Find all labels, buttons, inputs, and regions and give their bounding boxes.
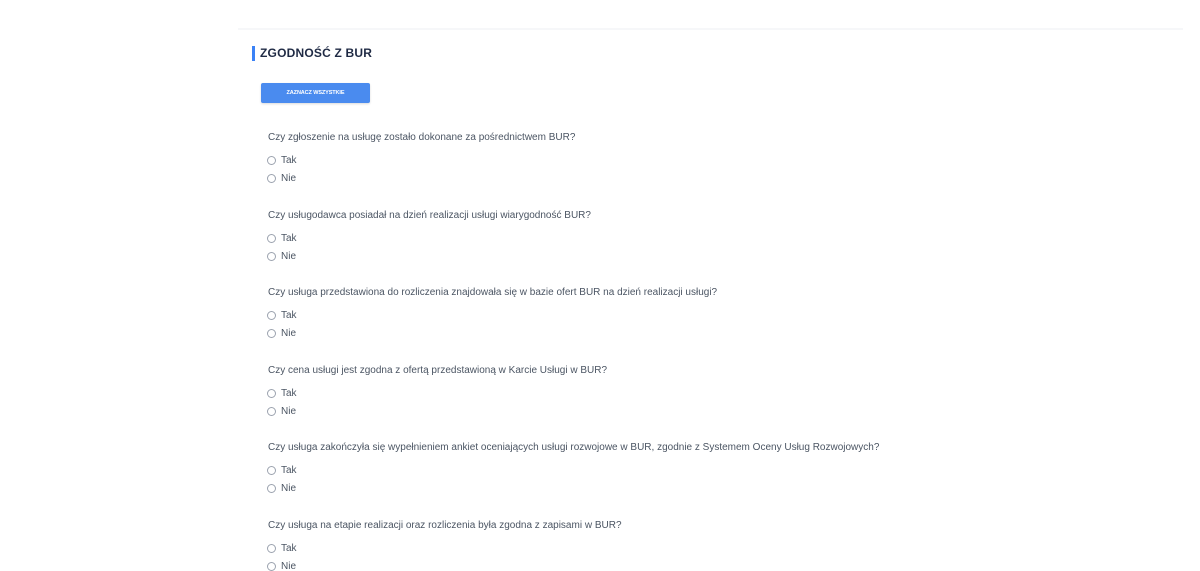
page: ZGODNOŚĆ Z BUR ZAZNACZ WSZYSTKIE Czy zgł… bbox=[0, 0, 1200, 571]
left-panel bbox=[0, 0, 238, 571]
question-text: Czy usługa na etapie realizacji oraz roz… bbox=[268, 520, 622, 531]
option-label: Nie bbox=[281, 250, 297, 262]
radio-button[interactable] bbox=[267, 388, 276, 398]
option-label: Tak bbox=[281, 232, 297, 244]
option-label: Nie bbox=[281, 482, 297, 494]
option-tak[interactable]: Tak bbox=[267, 461, 879, 479]
radio-button[interactable] bbox=[267, 173, 276, 183]
question-2: Czy usługodawca posiadał na dzień realiz… bbox=[267, 209, 591, 265]
question-6: Czy usługa na etapie realizacji oraz roz… bbox=[267, 519, 622, 571]
option-label: Tak bbox=[281, 154, 297, 166]
section-header: ZGODNOŚĆ Z BUR bbox=[252, 45, 372, 61]
radio-button[interactable] bbox=[267, 406, 276, 416]
option-label: Tak bbox=[281, 309, 297, 321]
option-tak[interactable]: Tak bbox=[267, 229, 591, 247]
option-nie[interactable]: Nie bbox=[267, 169, 575, 187]
question-text: Czy zgłoszenie na usługę zostało dokonan… bbox=[268, 132, 576, 143]
radio-button[interactable] bbox=[267, 233, 276, 243]
option-label: Tak bbox=[281, 542, 297, 554]
option-label: Nie bbox=[281, 172, 297, 184]
option-nie[interactable]: Nie bbox=[267, 479, 879, 497]
option-label: Tak bbox=[281, 464, 297, 476]
radio-button[interactable] bbox=[267, 251, 276, 261]
option-tak[interactable]: Tak bbox=[267, 151, 575, 169]
radio-button[interactable] bbox=[267, 328, 276, 338]
bur-compliance-card: ZGODNOŚĆ Z BUR ZAZNACZ WSZYSTKIE Czy zgł… bbox=[238, 30, 1183, 571]
question-3: Czy usługa przedstawiona do rozliczenia … bbox=[267, 286, 718, 342]
radio-button[interactable] bbox=[267, 543, 276, 553]
question-text: Czy usługodawca posiadał na dzień realiz… bbox=[268, 210, 591, 221]
question-text: Czy usługa zakończyła się wypełnieniem a… bbox=[268, 442, 880, 453]
radio-button[interactable] bbox=[267, 465, 276, 475]
section-accent-bar bbox=[252, 45, 255, 61]
radio-button[interactable] bbox=[267, 310, 276, 320]
option-label: Nie bbox=[281, 560, 297, 571]
select-all-button[interactable]: ZAZNACZ WSZYSTKIE bbox=[261, 83, 370, 103]
question-text: Czy usługa przedstawiona do rozliczenia … bbox=[268, 287, 718, 298]
radio-button[interactable] bbox=[267, 155, 276, 165]
right-gutter bbox=[1183, 0, 1200, 571]
option-nie[interactable]: Nie bbox=[267, 324, 717, 342]
section-title: ZGODNOŚĆ Z BUR bbox=[260, 46, 373, 60]
option-nie[interactable]: Nie bbox=[267, 402, 607, 420]
option-tak[interactable]: Tak bbox=[267, 384, 607, 402]
option-nie[interactable]: Nie bbox=[267, 247, 591, 265]
question-4: Czy cena usługi jest zgodna z ofertą prz… bbox=[267, 364, 608, 420]
option-nie[interactable]: Nie bbox=[267, 557, 622, 571]
question-1: Czy zgłoszenie na usługę zostało dokonan… bbox=[267, 131, 576, 187]
question-text: Czy cena usługi jest zgodna z ofertą prz… bbox=[268, 365, 608, 376]
radio-button[interactable] bbox=[267, 561, 276, 571]
option-tak[interactable]: Tak bbox=[267, 306, 717, 324]
option-label: Nie bbox=[281, 405, 297, 417]
radio-button[interactable] bbox=[267, 483, 276, 493]
option-label: Nie bbox=[281, 327, 297, 339]
option-label: Tak bbox=[281, 387, 297, 399]
question-5: Czy usługa zakończyła się wypełnieniem a… bbox=[267, 441, 880, 497]
option-tak[interactable]: Tak bbox=[267, 539, 622, 557]
